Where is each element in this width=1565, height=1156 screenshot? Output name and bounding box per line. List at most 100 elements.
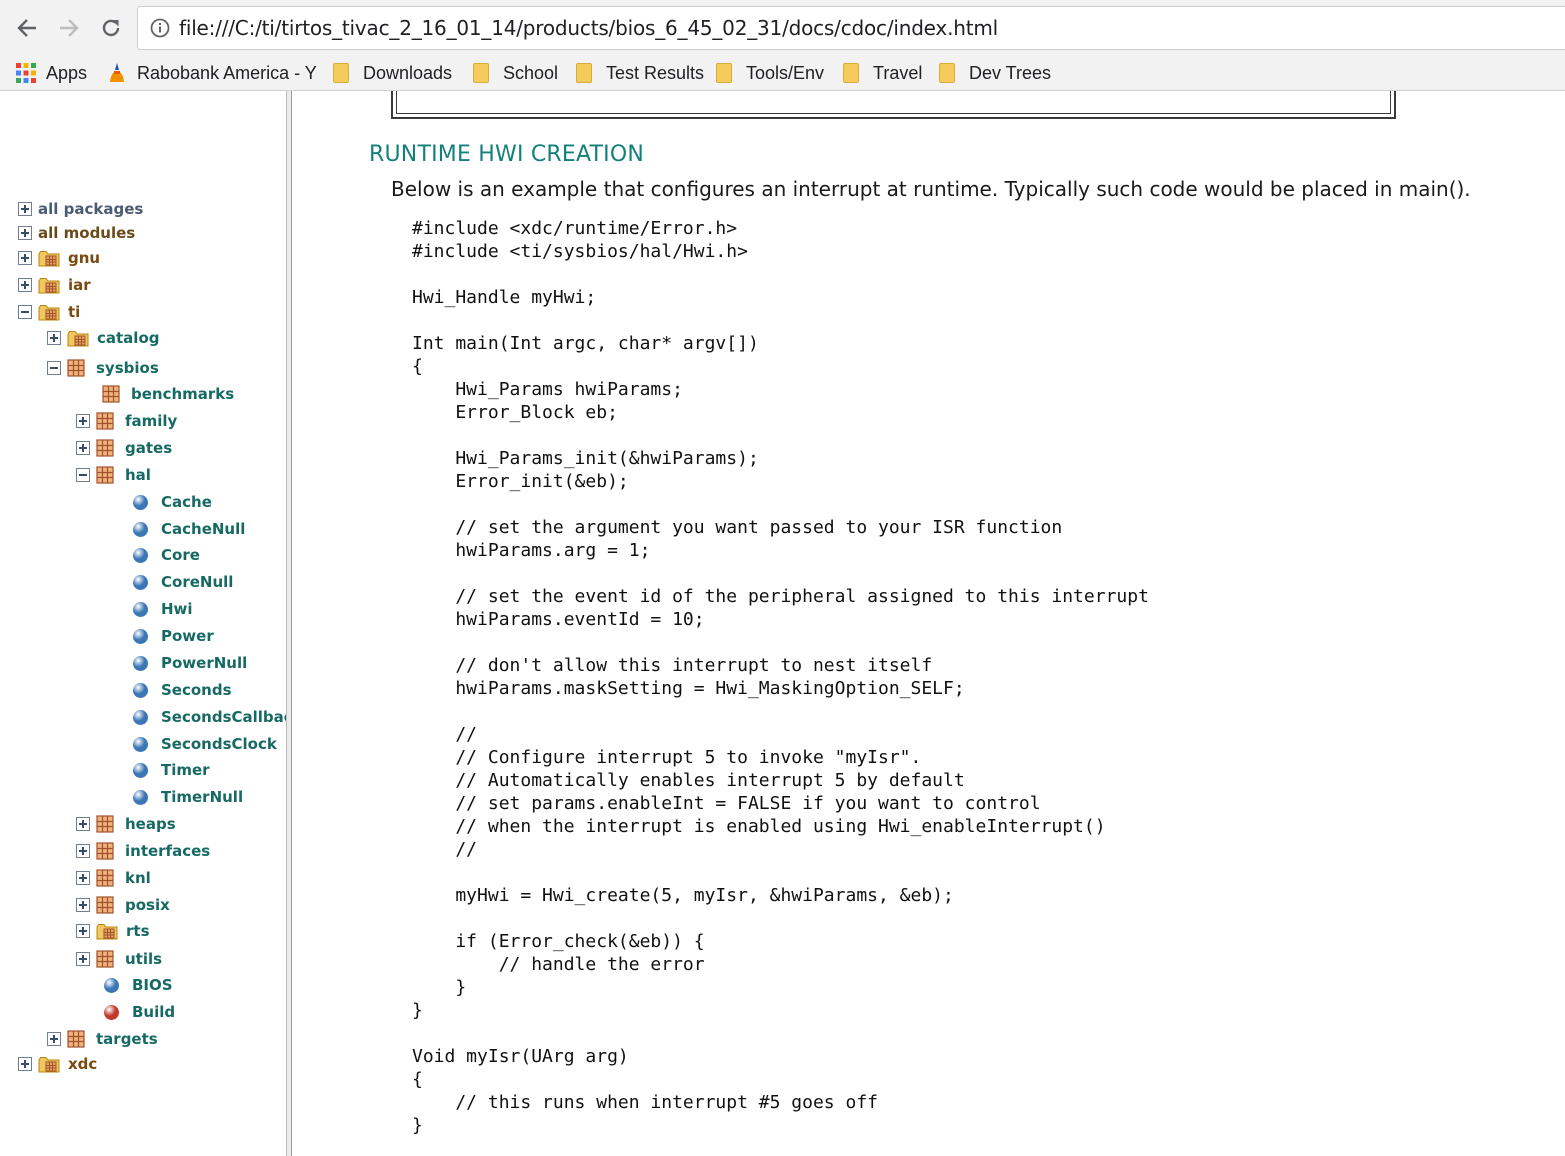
tree-node-label[interactable]: interfaces — [125, 842, 210, 860]
frame-splitter[interactable] — [286, 91, 292, 1156]
bookmark-travel[interactable]: Travel — [843, 60, 922, 86]
tree-node-label[interactable]: CoreNull — [161, 573, 233, 591]
expand-plus-icon[interactable] — [18, 202, 32, 216]
tree-node-label[interactable]: Cache — [161, 493, 212, 511]
tree-node-xdc[interactable]: xdc — [18, 1052, 97, 1076]
bookmark-school[interactable]: School — [473, 60, 558, 86]
tree-node-label[interactable]: xdc — [68, 1055, 97, 1073]
expand-plus-icon[interactable] — [76, 952, 90, 966]
tree-node-timernull[interactable]: TimerNull — [105, 785, 243, 809]
tree-node-label[interactable]: Power — [161, 627, 214, 645]
tree-node-label[interactable]: benchmarks — [131, 385, 234, 403]
tree-node-interfaces[interactable]: interfaces — [76, 839, 210, 863]
expand-plus-icon[interactable] — [76, 844, 90, 858]
collapse-minus-icon[interactable] — [76, 468, 90, 482]
address-bar[interactable]: file:///C:/ti/tirtos_tivac_2_16_01_14/pr… — [137, 6, 1565, 50]
tree-node-heaps[interactable]: heaps — [76, 812, 176, 836]
tree-node-build[interactable]: Build — [76, 1000, 175, 1024]
tree-node-label[interactable]: catalog — [97, 329, 160, 347]
tree-node-hwi[interactable]: Hwi — [105, 597, 193, 621]
url-text[interactable]: file:///C:/ti/tirtos_tivac_2_16_01_14/pr… — [179, 16, 998, 40]
tree-node-power[interactable]: Power — [105, 624, 214, 648]
tree-node-label[interactable]: targets — [96, 1030, 158, 1048]
tree-node-label[interactable]: utils — [125, 950, 162, 968]
tree-node-gnu[interactable]: gnu — [18, 246, 100, 270]
tree-node-label[interactable]: Timer — [161, 761, 210, 779]
tree-node-cachenull[interactable]: CacheNull — [105, 517, 245, 541]
expand-plus-icon[interactable] — [76, 414, 90, 428]
tree-node-label[interactable]: all packages — [38, 200, 143, 218]
forward-button[interactable] — [53, 12, 85, 44]
tree-node-hal[interactable]: hal — [76, 463, 151, 487]
tree-node-label[interactable]: TimerNull — [161, 788, 243, 806]
tree-node-bios[interactable]: BIOS — [76, 973, 173, 997]
tree-node-cache[interactable]: Cache — [105, 490, 212, 514]
expand-plus-icon[interactable] — [76, 441, 90, 455]
tree-node-label[interactable]: sysbios — [96, 359, 159, 377]
expand-plus-icon[interactable] — [18, 1057, 32, 1071]
expand-plus-icon[interactable] — [18, 251, 32, 265]
tree-node-label[interactable]: BIOS — [132, 976, 173, 994]
tree-node-all-modules[interactable]: all modules — [18, 221, 135, 245]
tree-node-label[interactable]: heaps — [125, 815, 176, 833]
tree-node-secondsclock[interactable]: SecondsClock — [105, 732, 277, 756]
tree-node-secondscallbac[interactable]: SecondsCallbac — [105, 705, 286, 729]
tree-node-seconds[interactable]: Seconds — [105, 678, 232, 702]
tree-node-sysbios[interactable]: sysbios — [47, 356, 159, 380]
tree-node-label[interactable]: Hwi — [161, 600, 193, 618]
tree-node-timer[interactable]: Timer — [105, 758, 210, 782]
bookmark-tools-env[interactable]: Tools/Env — [716, 60, 824, 86]
tree-node-label[interactable]: ti — [68, 303, 80, 321]
tree-node-label[interactable]: gnu — [68, 249, 100, 267]
tree-node-targets[interactable]: targets — [47, 1027, 158, 1051]
tree-node-benchmarks[interactable]: benchmarks — [76, 382, 234, 406]
bookmark-test-results[interactable]: Test Results — [576, 60, 704, 86]
expand-plus-icon[interactable] — [18, 278, 32, 292]
tree-node-label[interactable]: rts — [126, 922, 150, 940]
reload-button[interactable] — [95, 12, 127, 44]
tree-node-label[interactable]: iar — [68, 276, 91, 294]
tree-node-family[interactable]: family — [76, 409, 177, 433]
expand-plus-icon[interactable] — [47, 331, 61, 345]
tree-node-core[interactable]: Core — [105, 543, 200, 567]
back-button[interactable] — [11, 12, 43, 44]
module-icon — [133, 547, 148, 563]
tree-node-label[interactable]: SecondsClock — [161, 735, 277, 753]
tree-node-knl[interactable]: knl — [76, 866, 151, 890]
tree-node-rts[interactable]: rts — [76, 919, 150, 943]
tree-node-posix[interactable]: posix — [76, 893, 170, 917]
tree-node-all-packages[interactable]: all packages — [18, 197, 143, 221]
bookmark-downloads[interactable]: Downloads — [333, 60, 452, 86]
expand-plus-icon[interactable] — [76, 898, 90, 912]
tree-node-label[interactable]: Seconds — [161, 681, 232, 699]
expand-plus-icon[interactable] — [47, 1032, 61, 1046]
tree-node-label[interactable]: PowerNull — [161, 654, 247, 672]
tree-node-gates[interactable]: gates — [76, 436, 172, 460]
tree-node-corenull[interactable]: CoreNull — [105, 570, 233, 594]
tree-node-label[interactable]: family — [125, 412, 177, 430]
tree-node-label[interactable]: SecondsCallbac — [161, 708, 286, 726]
expand-plus-icon[interactable] — [76, 817, 90, 831]
tree-node-catalog[interactable]: catalog — [47, 326, 160, 350]
tree-node-label[interactable]: all modules — [38, 224, 135, 242]
tree-node-ti[interactable]: ti — [18, 300, 80, 324]
tree-node-iar[interactable]: iar — [18, 273, 91, 297]
expand-plus-icon[interactable] — [76, 924, 90, 938]
tree-node-label[interactable]: gates — [125, 439, 172, 457]
bookmark-apps[interactable]: Apps — [16, 60, 87, 86]
expand-plus-icon[interactable] — [18, 226, 32, 240]
tree-node-powernull[interactable]: PowerNull — [105, 651, 247, 675]
expand-plus-icon[interactable] — [76, 871, 90, 885]
tree-node-label[interactable]: posix — [125, 896, 170, 914]
bookmark-rabobank[interactable]: Rabobank America - Y — [108, 60, 317, 86]
tree-node-label[interactable]: CacheNull — [161, 520, 245, 538]
bookmark-dev-trees[interactable]: Dev Trees — [939, 60, 1051, 86]
collapse-minus-icon[interactable] — [18, 305, 32, 319]
tree-node-label[interactable]: knl — [125, 869, 151, 887]
tree-node-label[interactable]: hal — [125, 466, 151, 484]
collapse-minus-icon[interactable] — [47, 361, 61, 375]
info-icon[interactable] — [150, 18, 170, 38]
tree-node-label[interactable]: Build — [132, 1003, 175, 1021]
tree-node-utils[interactable]: utils — [76, 947, 162, 971]
tree-node-label[interactable]: Core — [161, 546, 200, 564]
